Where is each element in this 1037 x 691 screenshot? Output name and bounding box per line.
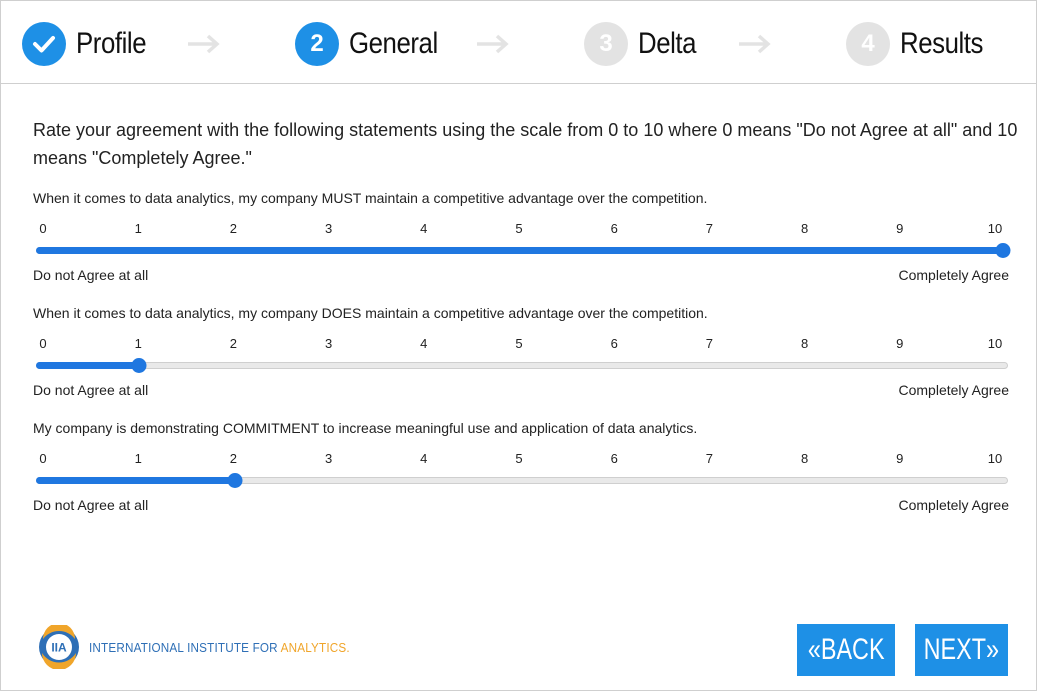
scale-tick-label: 10 — [987, 221, 1003, 236]
scale-high-label: Completely Agree — [898, 267, 1009, 283]
scale-tick-label: 0 — [39, 336, 47, 351]
scale-end-labels: Do not Agree at all Completely Agree — [33, 267, 1009, 285]
step-general[interactable]: 2 General — [295, 22, 452, 66]
step-results[interactable]: 4 Results — [846, 22, 997, 66]
scale-tick-label: 6 — [610, 221, 618, 236]
scale-tick-label: 2 — [229, 451, 238, 466]
scale-tick-label: 8 — [800, 451, 809, 466]
scale-tick-label: 9 — [896, 451, 904, 466]
scale-tick-label: 6 — [610, 451, 618, 466]
slider-thumb[interactable] — [131, 358, 147, 373]
logo-wordmark: INTERNATIONAL INSTITUTE FOR ANALYTICS. — [89, 640, 350, 655]
rating-slider[interactable] — [33, 243, 1011, 259]
scale-tick-label: 9 — [896, 336, 904, 351]
question-commitment: My company is demonstrating COMMITMENT t… — [33, 419, 1009, 515]
scale-tick-label: 10 — [987, 451, 1003, 466]
scale-tick-label: 6 — [610, 336, 618, 351]
scale-tick-label: 1 — [134, 451, 142, 466]
scale-tick-label: 8 — [800, 221, 809, 236]
slider-thumb[interactable] — [227, 473, 243, 488]
step-label-profile: Profile — [76, 27, 147, 60]
scale-low-label: Do not Agree at all — [33, 497, 149, 513]
scale-tick-label: 7 — [705, 336, 714, 351]
scale-tick-label: 4 — [420, 221, 428, 236]
scale-tick-label: 3 — [324, 221, 333, 236]
next-button[interactable]: NEXT» — [915, 624, 1008, 676]
scale-tick-label: 7 — [705, 451, 714, 466]
step-profile[interactable]: Profile — [22, 22, 158, 66]
logo-text-accent: ANALYTICS. — [280, 639, 350, 655]
scale-tick-label: 3 — [324, 451, 333, 466]
scale-tick-label: 0 — [39, 451, 47, 466]
back-button[interactable]: «BACK — [797, 624, 895, 676]
scale-end-labels: Do not Agree at all Completely Agree — [33, 497, 1009, 515]
scale-ticks: 0 1 2 3 4 5 6 7 8 9 10 — [33, 336, 1008, 354]
scale-tick-label: 8 — [800, 336, 809, 351]
instructions-text: Rate your agreement with the following s… — [33, 120, 1018, 168]
scale-tick-label: 10 — [987, 336, 1003, 351]
arrow-right-icon — [477, 34, 509, 54]
scale-tick-label: 0 — [39, 221, 47, 236]
scale-tick-label: 2 — [229, 336, 238, 351]
question-text: When it comes to data analytics, my comp… — [33, 305, 708, 321]
scale-tick-label: 5 — [515, 221, 523, 236]
slider-track — [36, 362, 1008, 369]
rating-slider[interactable] — [33, 358, 1008, 374]
iia-logo-mark: IIA — [39, 625, 79, 669]
scale-tick-label: 3 — [324, 336, 333, 351]
scale-ticks: 0 1 2 3 4 5 6 7 8 9 10 — [33, 221, 1008, 239]
scale-tick-label: 5 — [515, 336, 523, 351]
rating-slider[interactable] — [33, 473, 1008, 489]
scale-tick-label: 9 — [896, 221, 904, 236]
scale-tick-label: 4 — [420, 336, 428, 351]
back-button-label: «BACK — [807, 633, 885, 666]
arrow-right-icon — [739, 34, 771, 54]
next-button-label: NEXT» — [923, 633, 1000, 666]
check-icon — [22, 22, 66, 66]
scale-low-label: Do not Agree at all — [33, 267, 149, 283]
slider-fill — [36, 247, 1003, 254]
scale-high-label: Completely Agree — [898, 497, 1009, 513]
progress-stepper: Profile 2 General 3 Delta 4 Results — [0, 0, 1037, 84]
scale-tick-label: 4 — [420, 451, 428, 466]
step-number-results: 4 — [846, 22, 890, 66]
slider-fill — [36, 477, 235, 484]
scale-tick-label: 1 — [134, 336, 142, 351]
arrow-right-icon — [188, 34, 220, 54]
step-delta[interactable]: 3 Delta — [584, 22, 706, 66]
slider-thumb[interactable] — [995, 243, 1011, 258]
scale-high-label: Completely Agree — [898, 382, 1009, 398]
logo-text-main: INTERNATIONAL INSTITUTE FOR — [89, 639, 281, 655]
question-text: My company is demonstrating COMMITMENT t… — [33, 420, 698, 436]
step-label-results: Results — [900, 27, 984, 60]
scale-end-labels: Do not Agree at all Completely Agree — [33, 382, 1009, 400]
question-does-advantage: When it comes to data analytics, my comp… — [33, 304, 1009, 400]
scale-tick-label: 5 — [515, 451, 523, 466]
logo-mark-text: IIA — [51, 641, 67, 655]
slider-fill — [36, 362, 139, 369]
step-number-delta: 3 — [584, 22, 628, 66]
scale-tick-label: 1 — [134, 221, 142, 236]
step-number-general: 2 — [295, 22, 339, 66]
step-label-general: General — [349, 27, 438, 60]
question-must-advantage: When it comes to data analytics, my comp… — [33, 189, 1011, 285]
scale-ticks: 0 1 2 3 4 5 6 7 8 9 10 — [33, 451, 1008, 469]
step-label-delta: Delta — [638, 27, 697, 60]
scale-tick-label: 2 — [229, 221, 238, 236]
iia-logo: IIA INTERNATIONAL INSTITUTE FOR ANALYTIC… — [37, 625, 379, 669]
scale-low-label: Do not Agree at all — [33, 382, 149, 398]
question-text: When it comes to data analytics, my comp… — [33, 190, 708, 206]
scale-tick-label: 7 — [705, 221, 714, 236]
